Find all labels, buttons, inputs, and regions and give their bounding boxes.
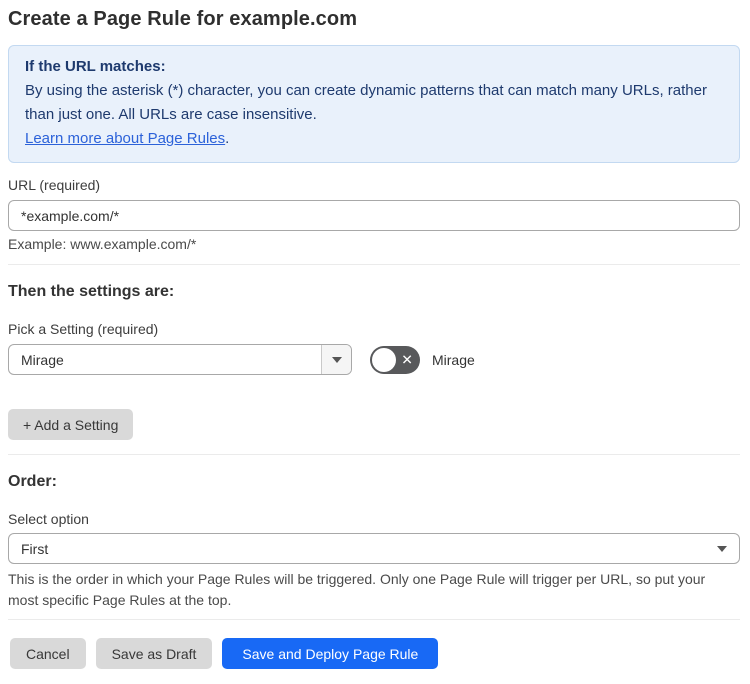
url-example-helper: Example: www.example.com/* — [8, 236, 197, 252]
cancel-button[interactable]: Cancel — [10, 638, 86, 669]
learn-more-link[interactable]: Learn more about Page Rules — [25, 130, 225, 147]
order-select-value: First — [21, 540, 49, 557]
setting-select-value: Mirage — [21, 351, 64, 368]
chevron-down-icon — [717, 545, 727, 552]
url-field-label: URL (required) — [8, 177, 101, 193]
setting-select-arrow-button[interactable] — [321, 345, 351, 374]
select-option-label: Select option — [8, 511, 89, 527]
order-select[interactable]: First — [8, 533, 740, 564]
footer-actions: Cancel Save as Draft Save and Deploy Pag… — [10, 638, 740, 669]
section-divider — [8, 454, 740, 455]
order-helper-text: This is the order in which your Page Rul… — [8, 571, 706, 608]
setting-row: Mirage ✕ Mirage — [8, 344, 740, 375]
info-box-link-line: Learn more about Page Rules. — [25, 127, 723, 151]
create-page-rule-form: Create a Page Rule for example.com If th… — [0, 0, 750, 669]
link-suffix: . — [225, 130, 230, 147]
url-match-info-box: If the URL matches: By using the asteris… — [8, 45, 740, 163]
save-and-deploy-button[interactable]: Save and Deploy Page Rule — [222, 638, 439, 669]
info-box-body: By using the asterisk (*) character, you… — [25, 82, 707, 123]
toggle-off-x-icon: ✕ — [401, 351, 413, 368]
save-as-draft-button[interactable]: Save as Draft — [95, 638, 213, 669]
info-box-heading: If the URL matches: — [25, 58, 166, 75]
footer-divider — [8, 619, 740, 620]
page-title: Create a Page Rule for example.com — [8, 8, 358, 30]
setting-select[interactable]: Mirage — [8, 344, 352, 375]
mirage-toggle[interactable]: ✕ — [370, 345, 420, 374]
order-section-heading: Order: — [8, 473, 57, 490]
section-divider — [8, 264, 740, 265]
url-input[interactable] — [8, 200, 740, 231]
settings-section-heading: Then the settings are: — [8, 283, 175, 300]
chevron-down-icon — [331, 356, 342, 363]
toggle-label: Mirage — [432, 351, 475, 368]
toggle-knob — [372, 347, 396, 372]
add-setting-button[interactable]: + Add a Setting — [8, 409, 134, 440]
pick-setting-label: Pick a Setting (required) — [8, 321, 159, 337]
